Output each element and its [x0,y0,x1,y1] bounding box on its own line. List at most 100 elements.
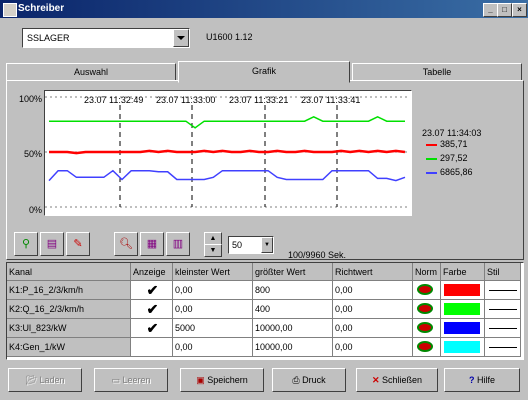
line-chart: 23.07 11:32:49 23.07 11:33:00 23.07 11:33:… [45,95,409,208]
legend-item: 6865,86 [426,167,473,177]
chevron-down-icon[interactable]: ▼ [261,237,273,253]
norm-toggle[interactable] [413,319,441,338]
folder-icon: 📂︎ [25,375,40,385]
line-style[interactable] [485,281,521,300]
minimize-button[interactable]: _ [483,3,498,17]
norm-toggle[interactable] [413,338,441,357]
column-header[interactable]: kleinster Wert [173,263,253,281]
color-swatch [444,284,480,296]
display-check[interactable]: ✔ [131,281,173,300]
target-value[interactable]: 0,00 [333,319,413,338]
target-value[interactable]: 0,00 [333,281,413,300]
line-style[interactable] [485,300,521,319]
display-check[interactable]: ✔ [131,319,173,338]
chart-tool-icon[interactable]: ▤ [40,232,64,256]
zoom-reset-icon[interactable]: ▥ [166,232,190,256]
interval-value: 50 [232,240,243,250]
legend-value: 6865,86 [440,167,473,177]
line-style[interactable] [485,319,521,338]
norm-icon [417,322,433,333]
x-tick-label: 23.07 11:33:41 [301,95,360,105]
load-button[interactable]: 📂︎ Laden [8,368,82,392]
series-line [48,169,406,182]
help-icon: ? [468,375,477,385]
column-header[interactable]: Stil [485,263,521,281]
min-value[interactable]: 0,00 [173,338,253,357]
cursor-tool-icon[interactable]: ⚲ [14,232,38,256]
color-swatch [444,303,480,315]
target-value[interactable]: 0,00 [333,338,413,357]
spin-down-button[interactable]: ▼ [204,244,222,257]
window-title: Schreiber [18,3,65,14]
interval-input[interactable]: 50 ▼ [228,236,274,254]
print-button[interactable]: ⎙ Druck [272,368,346,392]
channel-set-dropdown[interactable]: SSLAGER [22,28,190,48]
target-value[interactable]: 0,00 [333,300,413,319]
max-value[interactable]: 800 [253,281,333,300]
max-value[interactable]: 10000,00 [253,319,333,338]
min-value[interactable]: 0,00 [173,300,253,319]
legend-item: 385,71 [426,139,468,149]
title-bar: Schreiber _ □ × [0,0,528,18]
zoom-icon[interactable]: 🔍︎ [114,232,138,256]
line-style[interactable] [485,338,521,357]
color-picker[interactable] [441,319,485,338]
maximize-button[interactable]: □ [497,3,512,17]
save-icon: ▣ [196,375,208,385]
zoom-chart-icon[interactable]: ▦ [140,232,164,256]
y-tick-label: 0% [28,205,42,215]
column-header[interactable]: Norm [413,263,441,281]
help-button[interactable]: ? Hilfe [444,368,520,392]
line-style-sample [489,290,517,291]
column-header[interactable]: Kanal [7,263,131,281]
color-picker[interactable] [441,281,485,300]
max-value[interactable]: 400 [253,300,333,319]
norm-toggle[interactable] [413,281,441,300]
display-check[interactable]: ✔ [131,300,173,319]
close-button[interactable]: × [512,3,527,17]
legend-value: 297,52 [440,153,468,163]
clear-button[interactable]: ▭ Leeren [94,368,168,392]
tab-grafik[interactable]: Grafik [178,61,350,83]
save-button[interactable]: ▣ Speichern [180,368,264,392]
legend-value: 385,71 [440,139,468,149]
legend-swatch [426,144,437,146]
line-style-sample [489,309,517,310]
column-header[interactable]: Farbe [441,263,485,281]
printer-icon: ⎙ [292,375,303,385]
chevron-down-icon[interactable] [173,29,189,47]
display-check[interactable] [131,338,173,357]
min-value[interactable]: 5000 [173,319,253,338]
channel-name: K2:Q_16_2/3/km/h [7,300,131,319]
max-value[interactable]: 10000,00 [253,338,333,357]
chart-area[interactable]: 23.07 11:32:49 23.07 11:33:00 23.07 11:33:… [44,90,412,216]
min-value[interactable]: 0,00 [173,281,253,300]
legend-swatch [426,158,437,160]
device-info: U1600 1.12 [206,32,253,42]
clear-icon: ▭ [111,375,123,385]
norm-toggle[interactable] [413,300,441,319]
legend-item: 297,52 [426,153,468,163]
norm-icon [417,284,433,295]
channel-name: K4:Gen_1/kW [7,338,131,357]
app-icon [3,3,17,17]
color-picker[interactable] [441,300,485,319]
color-picker[interactable] [441,338,485,357]
x-tick-label: 23.07 11:32:49 [84,95,143,105]
y-tick-label: 100% [18,94,42,104]
norm-icon [417,303,433,314]
x-tick-label: 23.07 11:33:21 [229,95,288,105]
channel-name: K1:P_16_2/3/km/h [7,281,131,300]
close-dialog-button[interactable]: ✕ Schließen [356,368,438,392]
eraser-icon[interactable]: ✎ [66,232,90,256]
series-line [49,115,405,129]
column-header[interactable]: Anzeige [131,263,173,281]
channel-table: Kanal Anzeige kleinster Wert größter Wert Ri… [6,262,524,360]
y-tick-label: 50% [23,149,42,159]
column-header[interactable]: größter Wert [253,263,333,281]
norm-icon [417,341,433,352]
cursor-time: 23.07 11:34:03 [422,128,482,138]
line-style-sample [489,347,517,348]
legend-swatch [426,172,437,174]
column-header[interactable]: Richtwert [333,263,413,281]
